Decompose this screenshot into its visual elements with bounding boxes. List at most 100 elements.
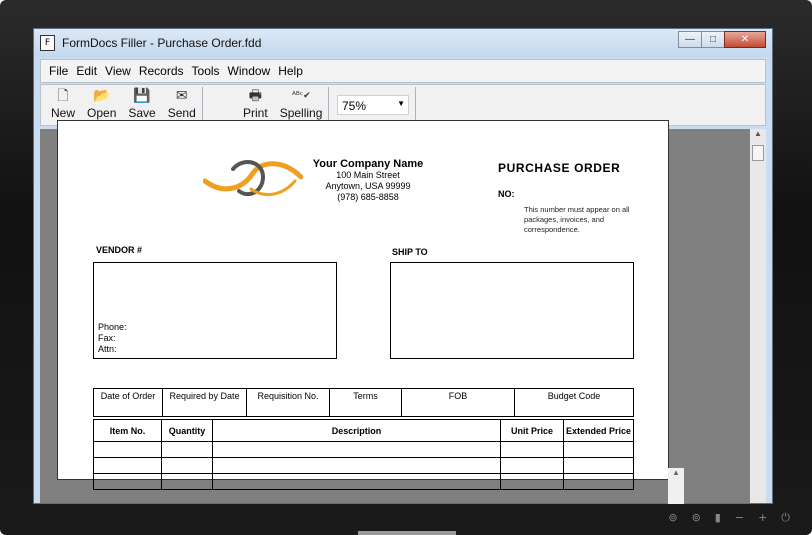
item-no-cell[interactable] — [93, 441, 162, 458]
spelling-label: Spelling — [279, 106, 323, 120]
vendor-contact-labels: Phone: Fax: Attn: — [98, 322, 127, 355]
po-number-note: This number must appear on all packages,… — [524, 205, 630, 234]
open-button[interactable]: 📂 Open — [81, 87, 122, 123]
vendor-field[interactable]: Phone: Fax: Attn: — [93, 262, 337, 359]
company-address-line2: Anytown, USA 99999 — [325, 181, 411, 191]
printer-icon: 🖶 — [248, 88, 262, 104]
send-icon: ✉ — [175, 88, 188, 104]
description-cell[interactable] — [212, 457, 501, 474]
monitor-button-icon[interactable]: ▮ — [715, 511, 721, 525]
open-label: Open — [87, 106, 117, 120]
menu-file[interactable]: File — [49, 64, 68, 78]
form-title: PURCHASE ORDER — [498, 161, 621, 175]
zoom-select[interactable]: 75% ▼ — [337, 95, 409, 115]
extended-price-header: Extended Price — [563, 419, 634, 442]
window-title: FormDocs Filler - Purchase Order.fdd — [62, 36, 262, 50]
new-button[interactable]: 🗋 New — [45, 87, 81, 123]
table-row — [93, 473, 634, 490]
menu-window[interactable]: Window — [228, 64, 271, 78]
unit-price-cell[interactable] — [500, 457, 564, 474]
vendor-attn-label: Attn: — [98, 344, 117, 354]
po-number-label: NO: — [498, 189, 515, 199]
menu-help[interactable]: Help — [278, 64, 303, 78]
extended-price-cell[interactable] — [563, 441, 634, 458]
unit-price-cell[interactable] — [500, 473, 564, 490]
new-label: New — [51, 106, 76, 120]
title-bar[interactable]: F FormDocs Filler - Purchase Order.fdd —… — [34, 29, 772, 57]
send-button[interactable]: ✉ Send — [162, 87, 202, 123]
spellcheck-icon: ᴬᴮᶜ✔ — [292, 91, 311, 101]
company-address-line1: 100 Main Street — [336, 170, 400, 180]
toolbar-divider — [415, 87, 416, 123]
menu-view[interactable]: View — [105, 64, 131, 78]
extended-price-cell[interactable] — [563, 457, 634, 474]
new-document-icon: 🗋 — [57, 88, 69, 104]
table-row — [93, 441, 634, 458]
description-cell[interactable] — [212, 473, 501, 490]
quantity-cell[interactable] — [161, 441, 213, 458]
menu-edit[interactable]: Edit — [76, 64, 97, 78]
save-disk-icon: 💾 — [133, 88, 151, 104]
chevron-down-icon[interactable]: ▼ — [397, 99, 405, 108]
maximize-button[interactable]: □ — [701, 31, 725, 48]
menu-bar: File Edit View Records Tools Window Help — [40, 59, 766, 83]
print-toolbar-group: 🖶 Print ᴬᴮᶜ✔ Spelling — [237, 87, 330, 123]
monitor-stand — [358, 531, 456, 535]
monitor-button-icon[interactable]: ⊚ — [692, 511, 701, 525]
table-row — [93, 457, 634, 474]
company-name: Your Company Name — [312, 158, 424, 170]
scroll-up-icon[interactable]: ▲ — [750, 129, 766, 143]
window-controls: — □ ✕ — [678, 31, 766, 48]
requisition-no-cell[interactable]: Requisition No. — [246, 388, 330, 417]
open-folder-icon: 📂 — [92, 88, 111, 104]
order-info-table: Date of Order Required by Date Requisiti… — [93, 388, 634, 417]
save-button[interactable]: 💾 Save — [122, 87, 161, 123]
description-cell[interactable] — [212, 441, 501, 458]
monitor-button-icon[interactable]: ⊚ — [668, 511, 677, 525]
company-block: Your Company Name 100 Main Street Anytow… — [298, 158, 438, 203]
menu-tools[interactable]: Tools — [192, 64, 220, 78]
vendor-fax-label: Fax: — [98, 333, 116, 343]
scrollbar-thumb[interactable] — [752, 145, 764, 161]
required-by-date-cell[interactable]: Required by Date — [162, 388, 247, 417]
form-page: Your Company Name 100 Main Street Anytow… — [57, 120, 669, 490]
ship-to-label: SHIP TO — [392, 247, 428, 257]
terms-cell[interactable]: Terms — [329, 388, 402, 417]
fob-cell[interactable]: FOB — [401, 388, 515, 417]
item-no-cell[interactable] — [93, 473, 162, 490]
unit-price-header: Unit Price — [500, 419, 564, 442]
monitor-button-icon[interactable]: + — [758, 511, 767, 525]
spelling-button[interactable]: ᴬᴮᶜ✔ Spelling — [274, 87, 329, 123]
file-toolbar-group: 🗋 New 📂 Open 💾 Save ✉ Send — [45, 87, 203, 123]
monitor-button-icon[interactable]: − — [735, 511, 744, 525]
close-button[interactable]: ✕ — [724, 31, 766, 48]
minimize-button[interactable]: — — [678, 31, 702, 48]
print-label: Print — [243, 106, 268, 120]
quantity-cell[interactable] — [161, 457, 213, 474]
vertical-scrollbar[interactable]: ▲ — [750, 129, 766, 503]
company-phone: (978) 685-8858 — [337, 192, 399, 202]
company-logo-icon — [203, 160, 303, 197]
item-no-cell[interactable] — [93, 457, 162, 474]
power-icon[interactable]: ⏻ — [781, 511, 790, 525]
menu-records[interactable]: Records — [139, 64, 184, 78]
save-label: Save — [128, 106, 156, 120]
line-items-table: Item No. Quantity Description Unit Price… — [93, 419, 634, 490]
budget-code-cell[interactable]: Budget Code — [514, 388, 634, 417]
print-button[interactable]: 🖶 Print — [237, 87, 274, 123]
form-scroll-up-icon[interactable]: ▲ — [668, 468, 684, 504]
unit-price-cell[interactable] — [500, 441, 564, 458]
app-icon[interactable]: F — [40, 35, 55, 51]
date-of-order-cell[interactable]: Date of Order — [93, 388, 163, 417]
description-header: Description — [212, 419, 501, 442]
vendor-phone-label: Phone: — [98, 322, 127, 332]
item-no-header: Item No. — [93, 419, 162, 442]
quantity-header: Quantity — [161, 419, 213, 442]
quantity-cell[interactable] — [161, 473, 213, 490]
zoom-value: 75% — [342, 99, 367, 113]
vendor-label: VENDOR # — [96, 245, 143, 255]
ship-to-field[interactable] — [390, 262, 634, 359]
extended-price-cell[interactable] — [563, 473, 634, 490]
monitor-buttons: ⊚ ⊚ ▮ − + ⏻ — [668, 511, 790, 525]
send-label: Send — [167, 106, 196, 120]
